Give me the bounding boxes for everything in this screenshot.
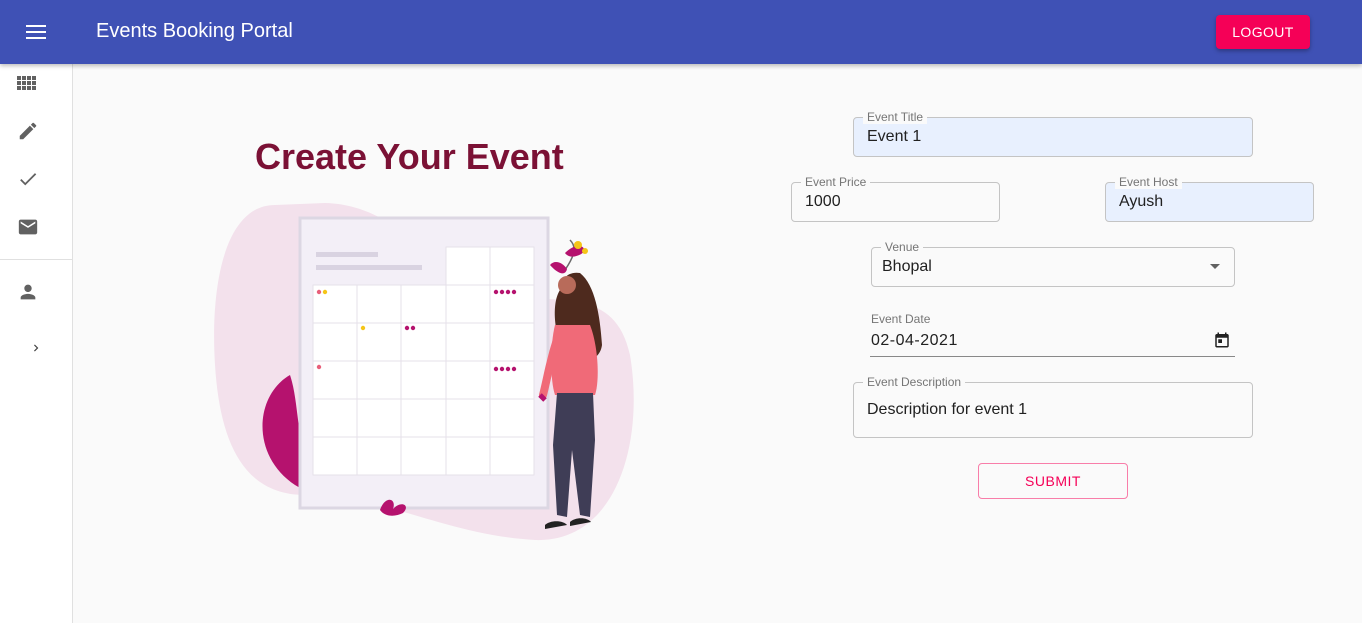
logout-button[interactable]: LOGOUT xyxy=(1216,15,1310,49)
drawer-divider xyxy=(0,259,72,260)
chevron-right-icon xyxy=(34,344,39,352)
calendar-icon[interactable] xyxy=(1213,331,1231,349)
mail-icon xyxy=(18,219,38,235)
edit-pencil-icon xyxy=(19,122,37,140)
menu-button[interactable] xyxy=(16,12,56,52)
dropdown-arrow-icon xyxy=(1210,264,1220,269)
event-date-label: Event Date xyxy=(871,312,931,326)
event-host-field[interactable]: Event Host Ayush xyxy=(1105,175,1314,222)
event-price-field[interactable]: Event Price 1000 xyxy=(791,175,1000,222)
event-description-value: Description for event 1 xyxy=(867,401,1028,418)
event-title-value: Event 1 xyxy=(867,128,922,145)
drawer-item-apps[interactable] xyxy=(0,64,72,104)
event-title-field[interactable]: Event Title Event 1 xyxy=(853,110,1253,157)
app-bar: Events Booking Portal LOGOUT xyxy=(0,0,1362,64)
drawer-item-profile[interactable] xyxy=(0,272,72,312)
event-description-field[interactable]: Event Description Description for event … xyxy=(853,375,1253,438)
event-price-label: Event Price xyxy=(801,175,871,189)
menu-icon xyxy=(26,25,46,39)
drawer-item-edit[interactable] xyxy=(0,111,72,151)
venue-label: Venue xyxy=(881,240,924,254)
drawer-item-mail[interactable] xyxy=(0,207,72,247)
submit-button[interactable]: SUBMIT xyxy=(978,463,1128,499)
event-host-value: Ayush xyxy=(1119,193,1164,210)
page-heading: Create Your Event xyxy=(255,136,564,177)
event-date-value: 02-04-2021 xyxy=(871,332,958,349)
venue-value: Bhopal xyxy=(882,258,932,275)
drawer-item-done[interactable] xyxy=(0,159,72,199)
event-price-value: 1000 xyxy=(805,193,841,210)
venue-select[interactable]: Venue Bhopal xyxy=(871,240,1235,287)
drawer-expand-button[interactable] xyxy=(22,334,50,362)
check-icon xyxy=(20,173,37,186)
event-description-label: Event Description xyxy=(863,375,966,389)
event-title-label: Event Title xyxy=(863,110,928,124)
event-date-field[interactable]: Event Date 02-04-2021 xyxy=(870,310,1235,357)
app-title: Events Booking Portal xyxy=(96,20,293,42)
apps-grid-icon xyxy=(17,76,36,90)
person-icon xyxy=(20,284,36,300)
event-host-label: Event Host xyxy=(1115,175,1182,189)
event-calendar-illustration xyxy=(214,203,634,541)
side-drawer xyxy=(0,64,73,623)
